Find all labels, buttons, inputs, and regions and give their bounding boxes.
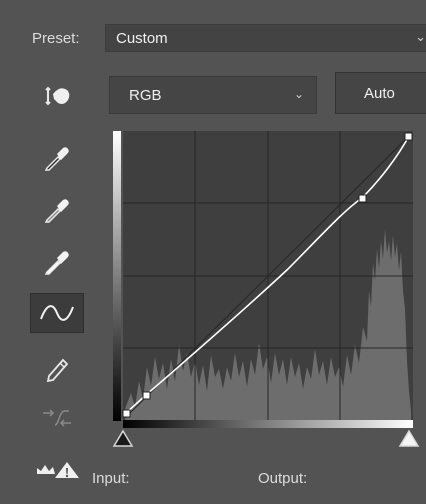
show-clipping-icon[interactable] [35, 458, 83, 482]
preset-label: Preset: [32, 30, 80, 47]
preset-dropdown[interactable]: Custom ⌄ [105, 24, 426, 52]
curve-point-white[interactable] [404, 132, 413, 141]
output-gradient-bar [113, 131, 121, 421]
auto-button[interactable]: Auto [335, 72, 426, 114]
on-image-adjust-icon [45, 86, 70, 106]
curve-point-black[interactable] [122, 409, 131, 418]
output-label: Output: [258, 470, 308, 487]
curves-graph[interactable] [113, 131, 413, 431]
curve-point-highlight[interactable] [358, 194, 367, 203]
edit-points-tool[interactable] [30, 293, 84, 333]
smooth-curve-icon [43, 409, 71, 427]
channel-dropdown[interactable]: RGB ⌄ [109, 76, 317, 114]
chevron-down-icon: ⌄ [293, 87, 304, 101]
gray-point-eyedropper[interactable] [30, 190, 84, 230]
black-point-eyedropper[interactable] [30, 138, 84, 178]
white-point-slider[interactable] [398, 429, 420, 449]
edit-curve-points-icon [40, 305, 74, 321]
sample-white-point-icon [44, 251, 69, 275]
preset-value: Custom [116, 30, 168, 47]
smooth-curve-button[interactable] [30, 398, 84, 438]
white-point-eyedropper[interactable] [30, 242, 84, 282]
black-point-slider[interactable] [112, 429, 134, 449]
auto-label: Auto [364, 85, 395, 102]
sample-gray-point-icon [44, 199, 69, 223]
chevron-down-icon: ⌄ [415, 29, 426, 44]
channel-value: RGB [129, 87, 162, 104]
input-label: Input: [92, 470, 130, 487]
sample-black-point-icon [44, 147, 69, 171]
on-image-adjust-tool[interactable] [30, 76, 84, 116]
input-gradient-bar [123, 420, 413, 428]
pencil-tool[interactable] [30, 348, 84, 388]
curve-point-shadow[interactable] [142, 391, 151, 400]
draw-curve-pencil-icon [46, 358, 69, 382]
